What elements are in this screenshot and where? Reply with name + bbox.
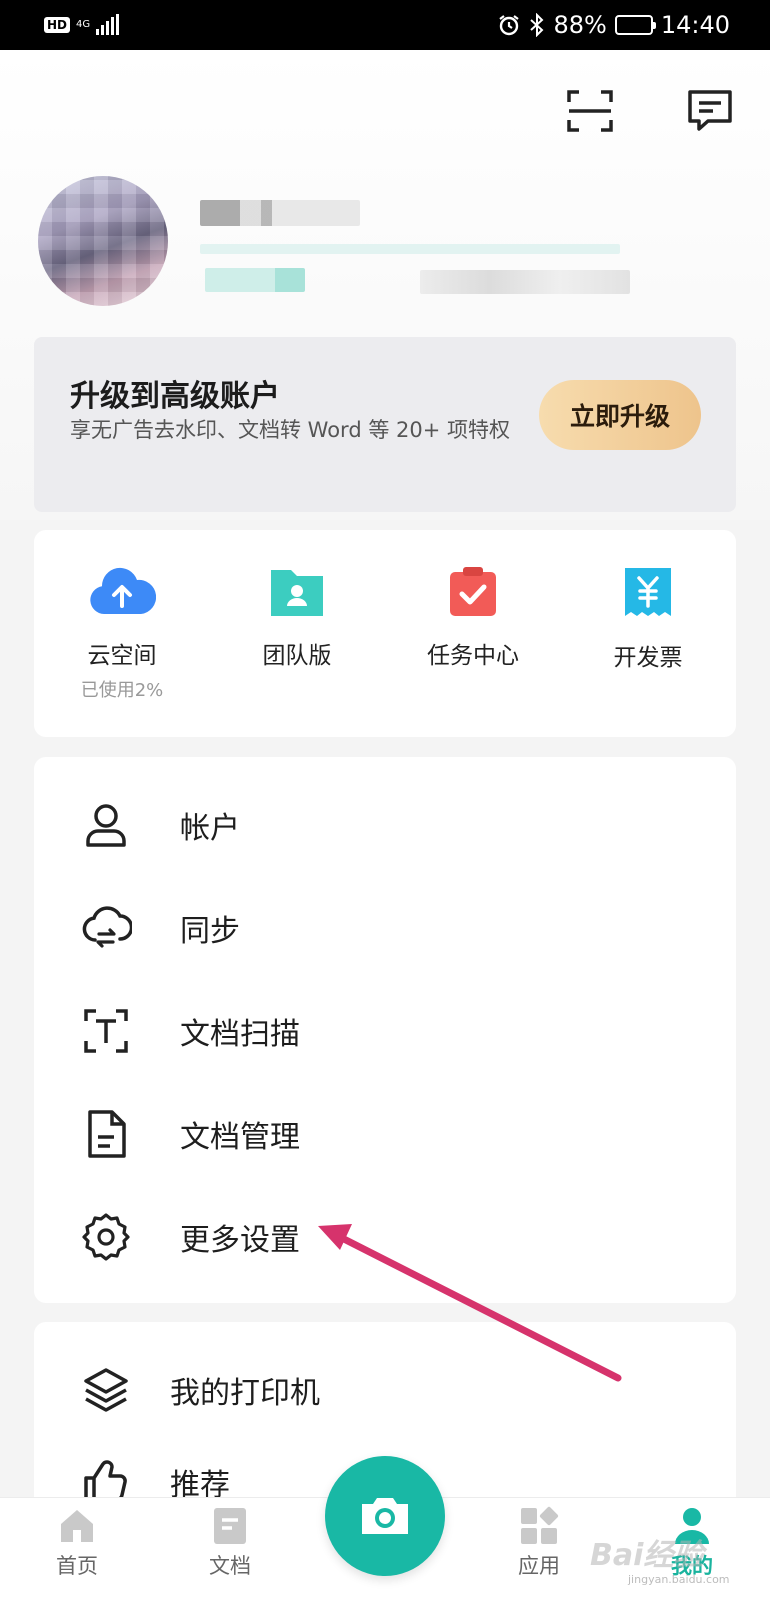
watermark-sub: jingyan.baidu.com [628,1573,730,1586]
battery-percent: 88% [553,11,607,39]
menu-item-document-manage[interactable]: 文档管理 [34,1084,736,1184]
quick-action-task-center[interactable]: 任务中心 [385,566,561,670]
menu-item-sync[interactable]: 同步 [34,878,736,978]
menu-item-label: 文档管理 [180,1120,300,1155]
team-folder-icon [271,570,323,616]
cloud-sync-icon [82,906,132,948]
watermark: Bai经验 [590,1538,704,1573]
nav-apps[interactable]: 应用 [484,1506,594,1580]
upgrade-card[interactable]: 升级到高级账户 享无广告去水印、文档转 Word 等 20+ 项特权 立即升级 [34,337,736,512]
status-right: 88% 14:40 [497,11,730,39]
menu-item-more-settings[interactable]: 更多设置 [34,1187,736,1287]
text-scan-icon [84,1009,128,1053]
network-type: 4G [76,20,90,30]
menu-item-document-scan[interactable]: 文档扫描 [34,981,736,1081]
network-label: 4G [76,19,91,30]
nav-documents[interactable]: 文档 [175,1506,285,1580]
quick-action-cloud-space[interactable]: 云空间 已使用2% [34,566,210,702]
nav-home[interactable]: 首页 [22,1506,132,1580]
invoice-icon [625,568,671,616]
menu-item-label: 同步 [180,914,240,949]
quick-action-label: 开发票 [613,645,683,671]
quick-action-label: 云空间 [87,643,157,669]
menu-item-label: 更多设置 [180,1223,300,1258]
menu-item-label: 文档扫描 [180,1017,300,1052]
nav-label: 应用 [518,1554,560,1578]
quick-action-label: 任务中心 [427,643,519,669]
menu-item-label: 我的打印机 [170,1376,320,1411]
battery-icon [614,15,656,35]
upgrade-now-button[interactable]: 立即升级 [539,380,701,450]
camera-icon [362,1498,408,1534]
username-blur [200,200,360,226]
menu-item-label: 帐户 [180,811,240,846]
user-id-blur [420,270,630,294]
settings-menu-card: 帐户 同步 文档扫描 文档管理 更多设置 [34,757,736,1303]
alarm-icon [499,15,520,36]
scan-icon[interactable] [566,88,614,134]
quick-action-sub: 已使用2% [80,680,164,701]
menu-item-account[interactable]: 帐户 [34,775,736,875]
camera-button[interactable] [325,1456,445,1576]
avatar[interactable] [38,176,168,306]
signal-icon [96,14,120,35]
gear-icon [82,1213,130,1261]
upgrade-description: 享无广告去水印、文档转 Word 等 20+ 项特权 [70,418,510,442]
menu-item-my-printer[interactable]: 我的打印机 [34,1340,736,1440]
nav-label: 文档 [209,1554,251,1578]
apps-icon [521,1506,559,1544]
user-info-blur [200,244,620,254]
user-tag-blur [205,268,305,292]
quick-actions-card: 云空间 已使用2% 团队版 任务中心 开发票 [34,530,736,737]
quick-action-label: 团队版 [262,643,332,669]
document-tab-icon [214,1508,246,1544]
document-icon [88,1110,126,1158]
bluetooth-icon [530,13,544,37]
layers-icon [84,1368,128,1412]
quick-action-invoice[interactable]: 开发票 [560,566,736,672]
task-clipboard-icon [450,567,496,616]
upgrade-title: 升级到高级账户 [70,379,280,414]
home-icon [61,1510,93,1542]
cloud-upload-icon [90,567,156,614]
message-icon[interactable] [686,88,734,134]
quick-action-team[interactable]: 团队版 [209,566,385,670]
status-bar: HD 4G 88% 14:40 [0,0,770,50]
nav-label: 首页 [56,1554,98,1578]
hd-badge: HD [44,17,71,33]
user-icon [86,804,126,847]
clock: 14:40 [660,11,730,39]
status-left: HD 4G [44,14,120,35]
